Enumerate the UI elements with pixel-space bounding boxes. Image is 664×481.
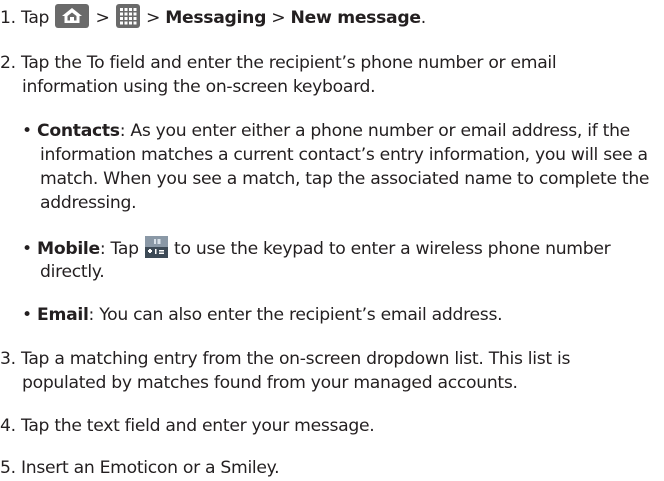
separator: > xyxy=(140,8,166,28)
keypad-icon xyxy=(144,236,168,258)
email-text: : You can also enter the recipient’s ema… xyxy=(88,305,503,325)
step-2-line-2: information using the on-screen keyboard… xyxy=(22,77,376,97)
bullet: • xyxy=(22,121,38,141)
step-5-line-1: 5. Insert an Emoticon or a Smiley. xyxy=(0,458,280,478)
contacts-text: : As you enter either a phone number or … xyxy=(119,121,631,141)
messaging-label: Messaging xyxy=(165,8,267,28)
new-message-label: New message xyxy=(290,8,422,28)
contacts-bullet-line-4: addressing. xyxy=(40,193,137,213)
step-2-line-1: 2. Tap the To field and enter the recipi… xyxy=(0,53,557,73)
mobile-bullet-line-1: • Mobile: Tap to use the keypad to enter… xyxy=(22,236,611,261)
home-icon xyxy=(55,4,90,28)
contacts-label: Contacts xyxy=(37,121,120,141)
contacts-bullet-line-3: match. When you see a match, tap the ass… xyxy=(40,169,650,189)
mobile-text: to use the keypad to enter a wireless ph… xyxy=(168,239,611,259)
step-3-line-1: 3. Tap a matching entry from the on-scre… xyxy=(0,349,571,369)
bullet: • xyxy=(22,239,38,259)
contacts-bullet-line-2: information matches a current contact’s … xyxy=(40,145,648,165)
apps-grid-icon xyxy=(115,4,140,28)
separator: > xyxy=(90,8,115,28)
mobile-text: : Tap xyxy=(99,239,144,259)
step-3-line-2: populated by matches found from your man… xyxy=(22,373,518,393)
step-number: 1. xyxy=(0,8,21,28)
step-text: Tap xyxy=(20,8,50,28)
mobile-label: Mobile xyxy=(37,239,100,259)
email-bullet-line-1: • Email: You can also enter the recipien… xyxy=(22,303,503,327)
email-label: Email xyxy=(37,305,89,325)
contacts-bullet-line-1: • Contacts: As you enter either a phone … xyxy=(22,119,630,143)
separator: > xyxy=(266,8,291,28)
step-4-line-1: 4. Tap the text field and enter your mes… xyxy=(0,416,375,436)
bullet: • xyxy=(22,305,38,325)
step-1: 1. Tap > > Messaging > New message. xyxy=(0,4,426,30)
mobile-bullet-line-2: directly. xyxy=(40,262,105,282)
period: . xyxy=(420,8,426,28)
